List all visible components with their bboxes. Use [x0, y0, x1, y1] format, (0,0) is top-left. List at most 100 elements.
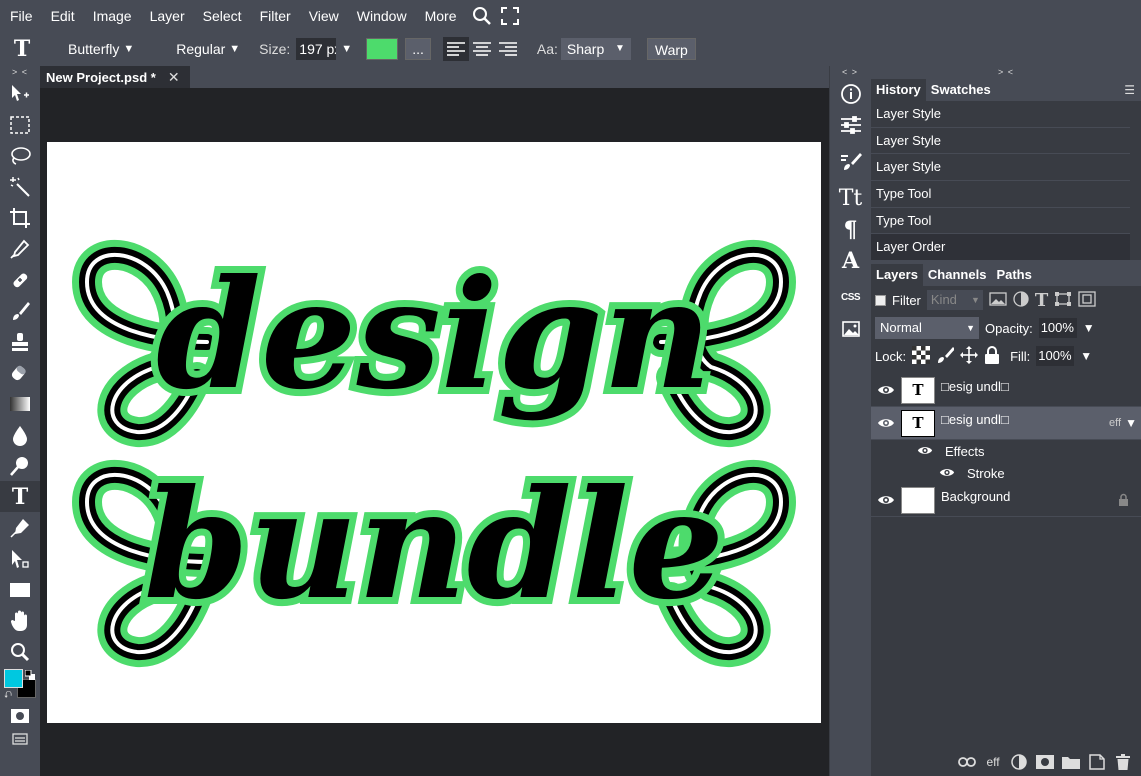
type-tool-icon[interactable]: T [0, 481, 40, 512]
lock-all-icon[interactable] [984, 345, 1000, 367]
canvas[interactable]: design bundle [47, 142, 821, 723]
delete-layer-icon[interactable] [1113, 752, 1133, 772]
new-group-icon[interactable] [1061, 752, 1081, 772]
image-icon[interactable] [830, 313, 871, 344]
document-tab[interactable]: New Project.psd * ✕ [40, 66, 190, 88]
pen-tool-icon[interactable] [0, 512, 40, 543]
menu-filter[interactable]: Filter [251, 0, 300, 32]
close-icon[interactable]: ✕ [168, 69, 180, 86]
menu-view[interactable]: View [300, 0, 348, 32]
tab-paths[interactable]: Paths [991, 264, 1037, 286]
panel-menu-icon[interactable]: ☰ [1124, 83, 1135, 97]
brush-tool-icon[interactable] [0, 295, 40, 326]
filter-smart-icon[interactable] [1078, 290, 1096, 310]
expand-effects-icon[interactable]: ▼ [1125, 416, 1137, 430]
toolbar-collapse-toggle[interactable]: > < [0, 66, 40, 78]
text-color-swatch[interactable] [366, 38, 399, 60]
zoom-tool-icon[interactable] [0, 636, 40, 667]
blend-mode-dropdown[interactable]: Normal ▼ [875, 317, 979, 339]
link-icon[interactable] [957, 752, 977, 772]
default-colors-icon[interactable] [24, 668, 35, 680]
marquee-tool-icon[interactable] [0, 109, 40, 140]
menu-image[interactable]: Image [84, 0, 141, 32]
history-item[interactable]: Layer Order [871, 234, 1130, 262]
lock-pixels-icon[interactable] [936, 346, 956, 367]
align-center-button[interactable] [469, 37, 495, 61]
path-select-icon[interactable] [0, 543, 40, 574]
lock-position-icon[interactable] [960, 345, 979, 367]
layer-row-selected[interactable]: T □esig undl□ eff ▼ [871, 407, 1141, 440]
screen-mode-icon[interactable] [0, 729, 40, 749]
menu-window[interactable]: Window [348, 0, 416, 32]
eye-icon[interactable] [871, 417, 901, 429]
eraser-tool-icon[interactable] [0, 357, 40, 388]
adjustments-icon[interactable] [830, 109, 871, 140]
size-input[interactable]: 197 px [296, 38, 337, 60]
layer-mask-icon[interactable] [1035, 752, 1055, 772]
history-item[interactable]: Type Tool [871, 181, 1130, 208]
font-family-dropdown[interactable]: Butterfly ▼ [68, 41, 134, 57]
eye-icon[interactable] [917, 444, 937, 459]
hand-tool-icon[interactable] [0, 605, 40, 636]
size-dropdown-icon[interactable]: ▼ [341, 43, 352, 55]
font-style-dropdown[interactable]: Regular ▼ [176, 41, 240, 57]
blur-tool-icon[interactable] [0, 419, 40, 450]
opacity-dropdown-icon[interactable]: ▼ [1083, 321, 1095, 335]
more-options-button[interactable]: ... [405, 38, 431, 60]
new-layer-icon[interactable] [1087, 752, 1107, 772]
foreground-color-swatch[interactable] [4, 669, 23, 688]
history-item[interactable]: Type Tool [871, 208, 1130, 235]
tab-layers[interactable]: Layers [871, 264, 923, 286]
filter-shape-icon[interactable] [1054, 291, 1072, 310]
paragraph-icon[interactable]: ¶ [830, 214, 871, 245]
eye-icon[interactable] [871, 384, 901, 396]
history-item[interactable]: Layer Style [871, 101, 1130, 128]
crop-tool-icon[interactable] [0, 202, 40, 233]
shape-tool-icon[interactable] [0, 574, 40, 605]
menu-select[interactable]: Select [194, 0, 251, 32]
history-item[interactable]: Layer Style [871, 154, 1130, 182]
warp-button[interactable]: Warp [646, 38, 696, 60]
tab-channels[interactable]: Channels [922, 264, 992, 286]
effects-badge[interactable]: eff [1109, 417, 1121, 429]
panel-collapse-toggle[interactable]: > < [871, 66, 1141, 78]
align-right-button[interactable] [495, 37, 521, 61]
info-icon[interactable] [830, 78, 871, 109]
stamp-tool-icon[interactable] [0, 326, 40, 357]
css-icon[interactable]: CSS [830, 282, 871, 313]
menu-layer[interactable]: Layer [141, 0, 194, 32]
antialias-dropdown[interactable]: Sharp ▼ [560, 38, 631, 60]
filter-image-icon[interactable] [989, 291, 1007, 309]
kind-dropdown[interactable]: Kind ▼ [926, 290, 983, 310]
layer-row-background[interactable]: Background [871, 484, 1141, 517]
filter-adjustment-icon[interactable] [1013, 290, 1029, 310]
fullscreen-icon[interactable] [499, 5, 521, 27]
menu-more[interactable]: More [416, 0, 466, 32]
menu-edit[interactable]: Edit [42, 0, 84, 32]
brush-settings-icon[interactable] [830, 146, 871, 177]
fill-input[interactable]: 100% [1036, 346, 1075, 366]
fill-dropdown-icon[interactable]: ▼ [1080, 349, 1092, 363]
glyphs-icon[interactable]: A [830, 245, 871, 276]
tab-history[interactable]: History [871, 79, 926, 101]
layer-effects-button[interactable]: eff [983, 752, 1003, 772]
align-left-button[interactable] [442, 37, 469, 61]
strip-collapse-toggle[interactable]: < > [830, 66, 870, 78]
menu-file[interactable]: File [0, 0, 42, 32]
swap-colors-icon[interactable]: ⮏ [4, 691, 14, 701]
magic-wand-icon[interactable] [0, 171, 40, 202]
character-icon[interactable]: Tt [830, 183, 871, 214]
tab-swatches[interactable]: Swatches [925, 79, 996, 101]
layer-row[interactable]: T □esig undl□ [871, 374, 1141, 407]
gradient-tool-icon[interactable] [0, 388, 40, 419]
eye-icon[interactable] [871, 494, 901, 506]
quick-mask-icon[interactable] [0, 703, 40, 729]
filter-type-icon[interactable]: T [1035, 290, 1048, 311]
adjustment-layer-icon[interactable] [1009, 752, 1029, 772]
stroke-effect-row[interactable]: Stroke [871, 462, 1141, 484]
move-tool-icon[interactable] [0, 78, 40, 109]
filter-checkbox[interactable] [875, 294, 886, 306]
search-icon[interactable] [471, 5, 493, 27]
opacity-input[interactable]: 100% [1038, 318, 1077, 338]
eyedropper-icon[interactable] [0, 233, 40, 264]
